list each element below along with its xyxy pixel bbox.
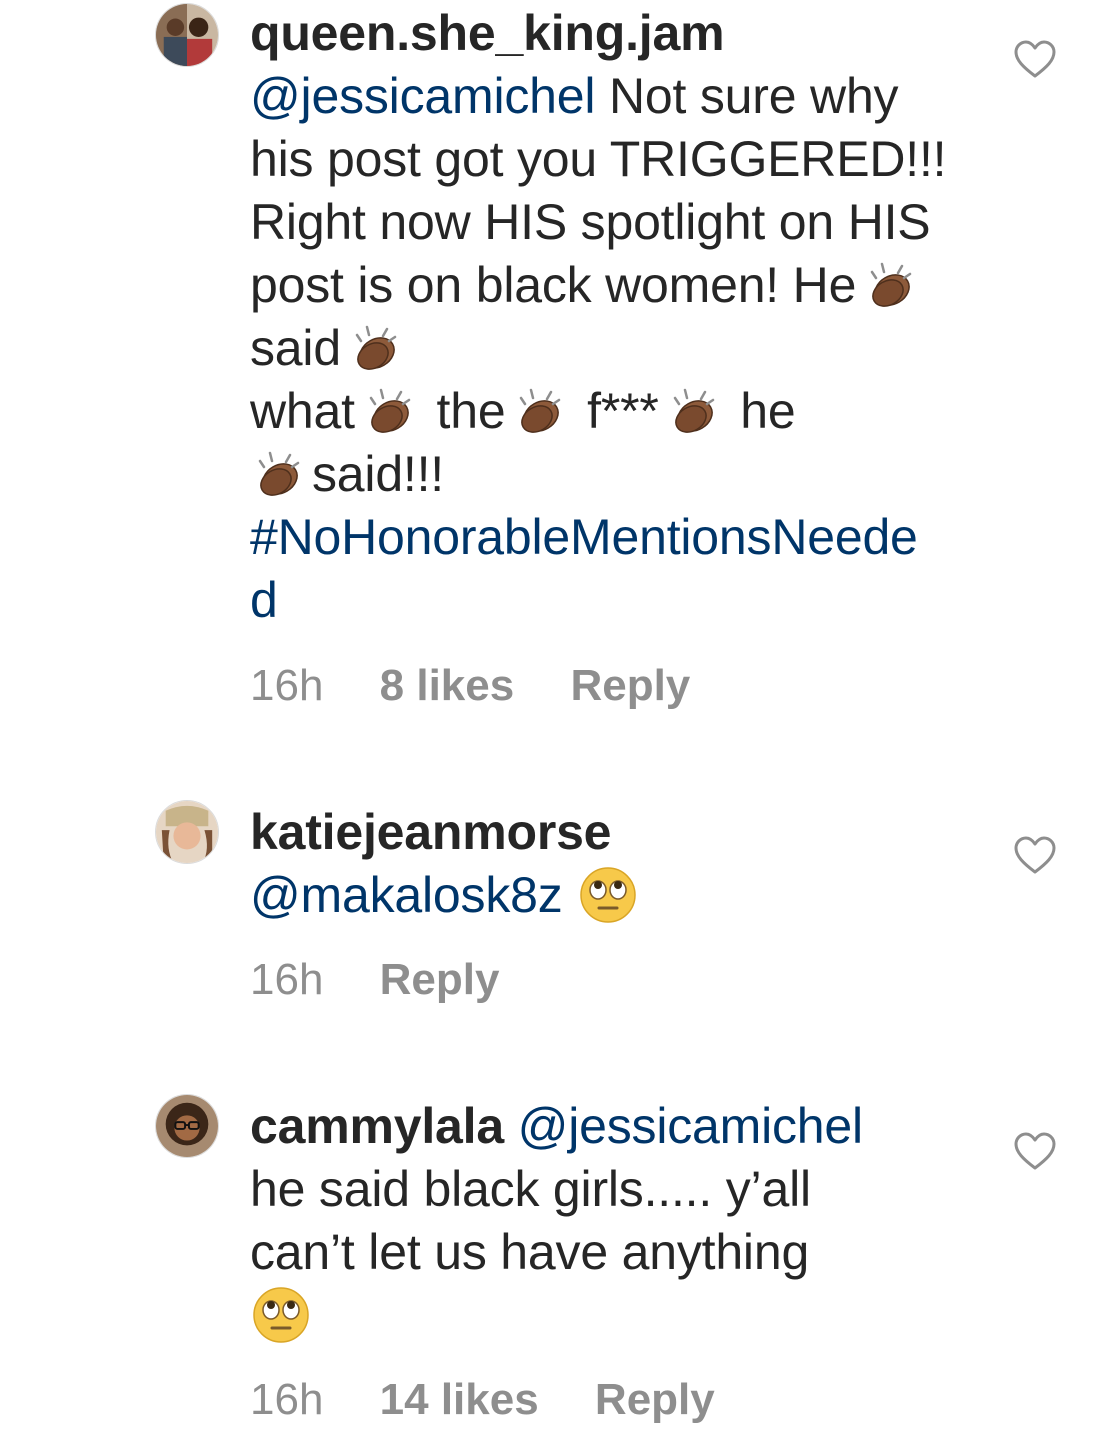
comment-time: 16h bbox=[250, 661, 324, 710]
comment-body-text: f*** bbox=[573, 383, 659, 439]
comment-body-text: he said black girls..... y’all can’t let… bbox=[250, 1161, 811, 1280]
clapping-hands-icon bbox=[511, 386, 567, 438]
clapping-hands-icon bbox=[862, 260, 918, 312]
comment-mention[interactable]: @jessicamichel bbox=[518, 1098, 863, 1154]
comment-text: katiejeanmorse @makalosk8z bbox=[250, 801, 950, 927]
heart-icon[interactable] bbox=[1013, 836, 1057, 876]
comment-mention[interactable]: @jessicamichel bbox=[250, 68, 595, 124]
clapping-hands-icon bbox=[347, 323, 403, 375]
face-with-rolling-eyes-icon bbox=[579, 866, 637, 924]
heart-icon[interactable] bbox=[1013, 1132, 1057, 1172]
comment-time: 16h bbox=[250, 1375, 324, 1424]
clapping-hands-icon bbox=[665, 386, 721, 438]
comment-body-text: said bbox=[250, 320, 341, 376]
comment-text: cammylala @jessicamichel he said black g… bbox=[250, 1095, 950, 1347]
reply-button[interactable]: Reply bbox=[380, 955, 500, 1004]
heart-icon[interactable] bbox=[1013, 40, 1057, 80]
avatar[interactable] bbox=[155, 1094, 219, 1158]
clapping-hands-icon bbox=[361, 386, 417, 438]
comment-username[interactable]: cammylala bbox=[250, 1098, 504, 1154]
avatar[interactable] bbox=[155, 3, 219, 67]
comment-body-text: what bbox=[250, 383, 355, 439]
comment-meta: 16h 14 likes Reply bbox=[250, 1372, 759, 1428]
face-with-rolling-eyes-icon bbox=[252, 1286, 310, 1344]
comment-body-text: he bbox=[726, 383, 796, 439]
avatar[interactable] bbox=[155, 800, 219, 864]
comment-body-text: the bbox=[422, 383, 506, 439]
reply-button[interactable]: Reply bbox=[595, 1375, 715, 1424]
comment-likes[interactable]: 8 likes bbox=[380, 661, 515, 710]
comment-meta: 16h 8 likes Reply bbox=[250, 658, 734, 714]
comment-hashtag[interactable]: #NoHonorableMentionsNeeded bbox=[250, 506, 940, 632]
comment-likes[interactable]: 14 likes bbox=[380, 1375, 539, 1424]
clapping-hands-icon bbox=[250, 449, 306, 501]
comment-username[interactable]: katiejeanmorse bbox=[250, 804, 611, 860]
comment-time: 16h bbox=[250, 955, 324, 1004]
comment-text: queen.she_king.jam @jessicamichel Not su… bbox=[250, 2, 950, 632]
comment-meta: 16h Reply bbox=[250, 952, 543, 1008]
reply-button[interactable]: Reply bbox=[570, 661, 690, 710]
comment-mention[interactable]: @makalosk8z bbox=[250, 867, 563, 923]
comment-body-text: said!!! bbox=[312, 446, 444, 502]
comment-username[interactable]: queen.she_king.jam bbox=[250, 5, 725, 61]
